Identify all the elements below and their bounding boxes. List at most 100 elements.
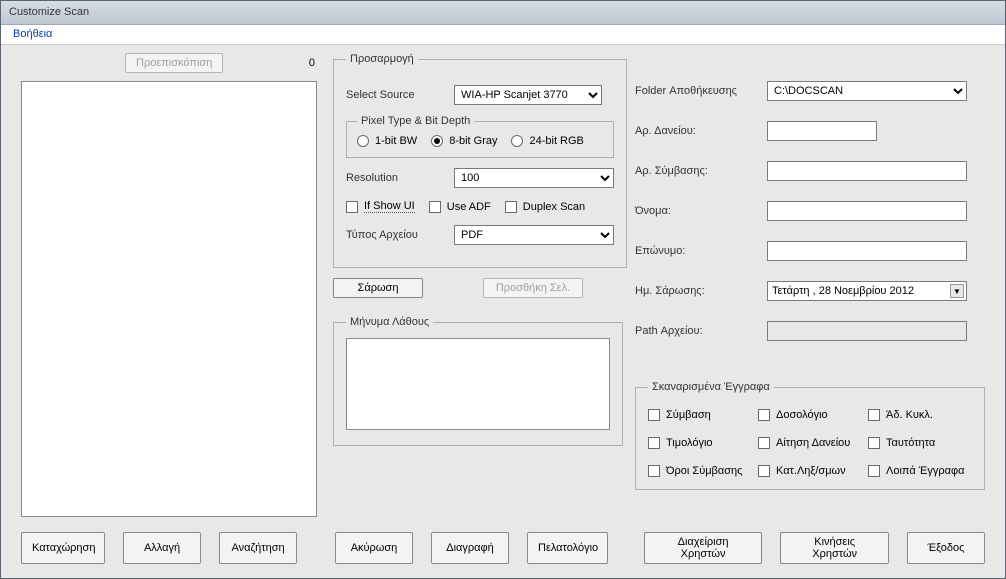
folder-dropdown[interactable]: C:\DOCSCAN [767,81,967,101]
scanned-docs-grid: Σύμβαση Δοσολόγιο Άδ. Κυκλ. Τιμολόγιο Αί… [648,409,972,477]
loan-no-input[interactable] [767,121,877,141]
search-button[interactable]: Αναζήτηση [219,532,297,564]
duplex-label: Duplex Scan [523,201,585,213]
scan-buttons-row: Σάρωση Προσθήκη Σελ. [333,278,623,298]
middle-column: Προσαρμογή Select Source WIA-HP Scanjet … [333,53,623,515]
change-button[interactable]: Αλλαγή [123,532,201,564]
label-loan-app: Αίτηση Δανείου [776,437,850,449]
select-source-dropdown[interactable]: WIA-HP Scanjet 3770 [454,85,602,105]
contract-no-label: Αρ. Σύμβασης: [635,165,759,177]
radio-1bit-bw-label: 1-bit BW [375,135,417,147]
radio-8bit-gray-label: 8-bit Gray [449,135,497,147]
pixel-type-radios: 1-bit BW 8-bit Gray 24-bit RGB [357,135,603,147]
label-vehicle-reg: Άδ. Κυκλ. [886,409,933,421]
user-moves-button[interactable]: Κινήσεις Χρηστών [780,532,889,564]
checkbox-if-show-ui[interactable] [346,201,358,213]
checkbox-vehicle-reg[interactable] [868,409,880,421]
checkbox-schedule[interactable] [758,409,770,421]
file-path-label: Path Αρχείου: [635,325,759,337]
checkbox-duplex[interactable] [505,201,517,213]
last-name-row: Επώνυμο: [635,241,985,261]
page-count: 0 [309,57,315,69]
content-area: Προεπισκόπιση 0 Προσαρμογή Select Source… [1,45,1005,523]
contract-no-input[interactable] [767,161,967,181]
window: Customize Scan Βοήθεια Προεπισκόπιση 0 Π… [0,0,1006,579]
pixel-type-legend: Pixel Type & Bit Depth [357,115,474,127]
add-page-button[interactable]: Προσθήκη Σελ. [483,278,583,298]
label-contract: Σύμβαση [666,409,711,421]
label-id: Ταυτότητα [886,437,935,449]
checkbox-other[interactable] [868,465,880,477]
loan-no-row: Αρ. Δανείου: [635,121,985,141]
if-show-ui-label: If Show UI [364,200,415,213]
window-title: Customize Scan [9,6,89,18]
error-msg-textarea[interactable] [346,338,610,430]
select-source-label: Select Source [346,89,446,101]
delete-button[interactable]: Διαγραφή [431,532,509,564]
checkbox-id[interactable] [868,437,880,449]
preview-header: Προεπισκόπιση 0 [21,53,321,79]
adjust-groupbox: Προσαρμογή Select Source WIA-HP Scanjet … [333,53,627,268]
scan-date-picker[interactable]: Τετάρτη , 28 Νοεμβρίου 2012 ▼ [767,281,967,301]
menu-help[interactable]: Βοήθεια [9,25,56,43]
checkbox-invoice[interactable] [648,437,660,449]
bottom-button-bar: Καταχώρηση Αλλαγή Αναζήτηση Ακύρωση Διαγ… [21,532,985,564]
last-name-label: Επώνυμο: [635,245,759,257]
resolution-row: Resolution 100 [346,168,614,188]
adjust-legend: Προσαρμογή [346,53,418,65]
file-path-row: Path Αρχείου: [635,321,985,341]
options-row: If Show UI Use ADF Duplex Scan [346,200,614,213]
checkbox-loan-app[interactable] [758,437,770,449]
file-path-display [767,321,967,341]
radio-1bit-bw[interactable] [357,135,369,147]
right-form: Folder Αποθήκευσης C:\DOCSCAN Αρ. Δανείο… [635,53,985,341]
scan-date-row: Ημ. Σάρωσης: Τετάρτη , 28 Νοεμβρίου 2012… [635,281,985,301]
radio-24bit-rgb-label: 24-bit RGB [529,135,583,147]
radio-8bit-gray[interactable] [431,135,443,147]
register-button[interactable]: Καταχώρηση [21,532,105,564]
radio-24bit-rgb[interactable] [511,135,523,147]
scanned-docs-groupbox: Σκαναρισμένα Έγγραφα Σύμβαση Δοσολόγιο Ά… [635,381,985,490]
select-source-row: Select Source WIA-HP Scanjet 3770 [346,85,614,105]
folder-label: Folder Αποθήκευσης [635,85,759,97]
use-adf-label: Use ADF [447,201,491,213]
customers-button[interactable]: Πελατολόγιο [527,532,608,564]
resolution-label: Resolution [346,172,446,184]
resolution-dropdown[interactable]: 100 [454,168,614,188]
file-type-dropdown[interactable]: PDF [454,225,614,245]
file-type-label: Τύπος Αρχείου [346,229,446,241]
label-other: Λοιπά Έγγραφα [886,465,965,477]
preview-button[interactable]: Προεπισκόπιση [125,53,223,73]
label-invoice: Τιμολόγιο [666,437,713,449]
scan-date-label: Ημ. Σάρωσης: [635,285,759,297]
first-name-label: Όνομα: [635,205,759,217]
title-bar: Customize Scan [1,1,1005,25]
scan-button[interactable]: Σάρωση [333,278,423,298]
checkbox-overdue[interactable] [758,465,770,477]
label-schedule: Δοσολόγιο [776,409,828,421]
error-msg-groupbox: Μήνυμα Λάθους [333,316,623,446]
cancel-button[interactable]: Ακύρωση [335,532,413,564]
file-type-row: Τύπος Αρχείου PDF [346,225,614,245]
checkbox-contract[interactable] [648,409,660,421]
label-overdue: Κατ.Ληξ/σμων [776,465,846,477]
menu-bar: Βοήθεια [1,25,1005,45]
scan-date-value: Τετάρτη , 28 Νοεμβρίου 2012 [772,285,914,297]
loan-no-label: Αρ. Δανείου: [635,125,759,137]
contract-no-row: Αρ. Σύμβασης: [635,161,985,181]
chevron-down-icon[interactable]: ▼ [950,284,964,298]
left-column: Προεπισκόπιση 0 [21,53,321,515]
preview-area[interactable] [21,81,317,517]
checkbox-use-adf[interactable] [429,201,441,213]
first-name-row: Όνομα: [635,201,985,221]
folder-row: Folder Αποθήκευσης C:\DOCSCAN [635,81,985,101]
last-name-input[interactable] [767,241,967,261]
first-name-input[interactable] [767,201,967,221]
label-terms: Όροι Σύμβασης [666,465,742,477]
checkbox-terms[interactable] [648,465,660,477]
exit-button[interactable]: Έξοδος [907,532,985,564]
pixel-type-groupbox: Pixel Type & Bit Depth 1-bit BW 8-bit Gr… [346,115,614,158]
user-mgmt-button[interactable]: Διαχείριση Χρηστών [644,532,763,564]
scanned-docs-legend: Σκαναρισμένα Έγγραφα [648,381,774,393]
error-msg-legend: Μήνυμα Λάθους [346,316,433,328]
